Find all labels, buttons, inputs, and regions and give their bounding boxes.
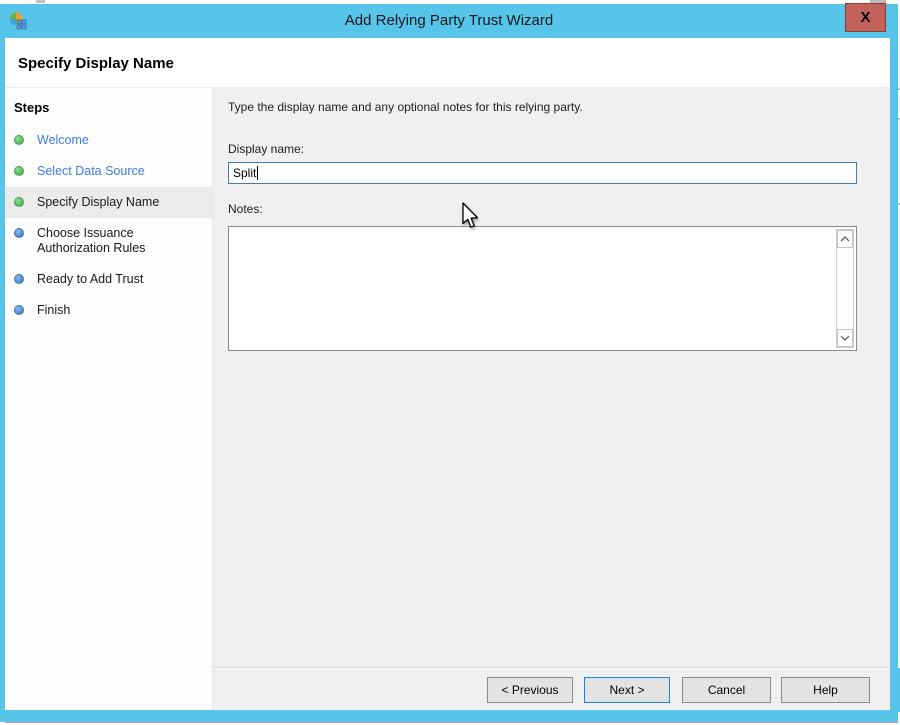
chevron-up-icon	[840, 236, 850, 242]
cancel-button[interactable]: Cancel	[682, 677, 771, 703]
step-label: Choose Issuance Authorization Rules	[37, 226, 206, 256]
page-header: Specify Display Name	[5, 38, 890, 88]
step-label: Select Data Source	[37, 164, 145, 179]
step-select-data-source[interactable]: Select Data Source	[5, 156, 212, 187]
window-title: Add Relying Party Trust Wizard	[0, 4, 898, 38]
page-title: Specify Display Name	[18, 38, 174, 88]
close-button[interactable]: X	[845, 3, 886, 32]
scroll-down-button[interactable]	[837, 329, 853, 347]
step-label: Ready to Add Trust	[37, 272, 143, 287]
window-frame-bottom	[0, 710, 898, 722]
step-label: Finish	[37, 303, 70, 318]
step-label: Specify Display Name	[37, 195, 159, 210]
chevron-down-icon	[840, 335, 850, 341]
steps-heading: Steps	[14, 100, 212, 115]
previous-button[interactable]: < Previous	[487, 677, 573, 703]
footer-separator	[213, 667, 890, 669]
window-frame-right	[890, 38, 898, 710]
screen: Add Relying Party Trust Wizard X Specify…	[0, 0, 900, 725]
step-choose-issuance-authorization-rules: Choose Issuance Authorization Rules	[5, 218, 212, 264]
display-name-value: Split	[233, 166, 256, 180]
background-artifact	[5, 722, 898, 723]
notes-label: Notes:	[228, 202, 263, 216]
step-ready-to-add-trust: Ready to Add Trust	[5, 264, 212, 295]
step-specify-display-name: Specify Display Name	[5, 187, 212, 218]
help-button[interactable]: Help	[781, 677, 870, 703]
display-name-input[interactable]: Split	[228, 162, 857, 184]
step-done-bullet-icon	[14, 197, 24, 207]
background-artifact	[36, 0, 45, 3]
step-done-bullet-icon	[14, 135, 24, 145]
step-label: Welcome	[37, 133, 89, 148]
intro-text: Type the display name and any optional n…	[228, 100, 583, 114]
step-pending-bullet-icon	[14, 274, 24, 284]
scroll-up-button[interactable]	[837, 230, 853, 248]
step-welcome[interactable]: Welcome	[5, 125, 212, 156]
next-button[interactable]: Next >	[584, 677, 670, 703]
step-done-bullet-icon	[14, 166, 24, 176]
steps-sidebar: Steps Welcome Select Data Source Specify…	[5, 88, 213, 710]
main-panel: Type the display name and any optional n…	[213, 88, 890, 710]
text-caret	[257, 166, 258, 180]
step-pending-bullet-icon	[14, 228, 24, 238]
step-finish: Finish	[5, 295, 212, 326]
titlebar[interactable]: Add Relying Party Trust Wizard X	[0, 4, 898, 38]
notes-textarea[interactable]	[228, 226, 857, 351]
display-name-label: Display name:	[228, 142, 304, 156]
step-pending-bullet-icon	[14, 305, 24, 315]
wizard-window: Add Relying Party Trust Wizard X Specify…	[0, 4, 898, 722]
notes-scrollbar[interactable]	[836, 229, 854, 348]
